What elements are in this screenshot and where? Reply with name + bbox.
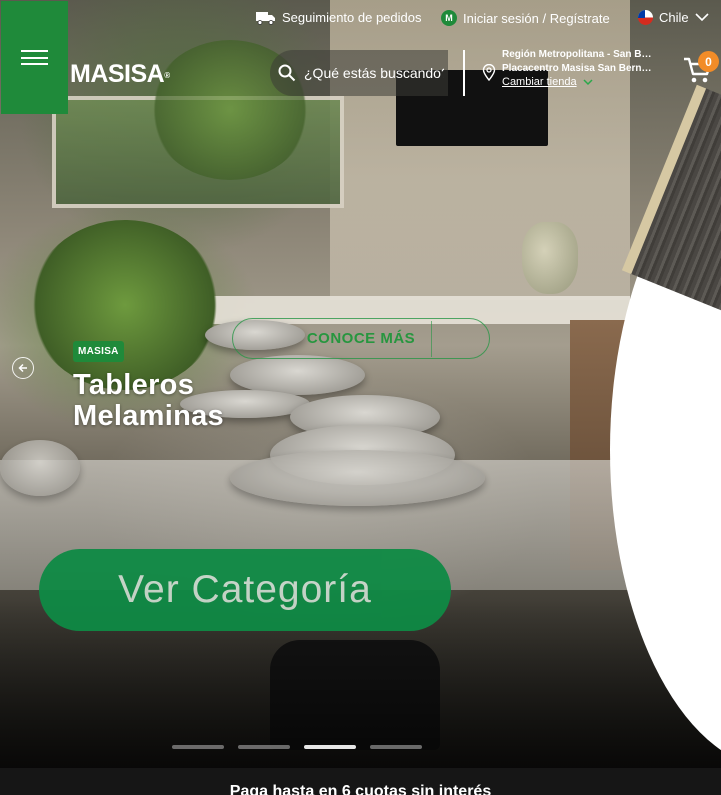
store-region: Región Metropolitana - San Bernardo [502, 49, 652, 60]
order-tracking-link[interactable]: Seguimiento de pedidos [256, 10, 422, 25]
brand-badge: MASISA [73, 341, 124, 362]
registered-mark: ® [164, 71, 170, 80]
banner-title-line2: Melaminas [73, 400, 224, 432]
plate [230, 355, 365, 395]
top-utility-bar: Seguimiento de pedidos M Iniciar sesión … [0, 0, 721, 36]
carousel-pagination [172, 745, 422, 749]
login-label: Iniciar sesión / Regístrate [463, 10, 610, 26]
country-selector[interactable]: Chile [638, 10, 709, 25]
search-icon[interactable] [278, 64, 296, 82]
carousel-dot[interactable] [370, 745, 422, 749]
ver-categoria-button[interactable]: Ver Categoría [39, 549, 451, 631]
conoce-mas-label: CONOCE MÁS [306, 330, 416, 347]
menu-button[interactable] [1, 1, 68, 114]
search-bar [270, 50, 448, 96]
glass-vase [522, 222, 578, 294]
conoce-mas-button[interactable]: CONOCE MÁS [232, 318, 490, 359]
location-pin-icon [482, 64, 496, 81]
button-divider [431, 321, 432, 357]
masisa-m-icon: M [441, 10, 457, 26]
arrow-left-icon [18, 363, 27, 373]
wall-panel [330, 0, 630, 300]
logo-text: MASISA [70, 60, 165, 88]
store-name: Placacentro Masisa San Bernardo [502, 63, 652, 74]
masisa-logo[interactable]: MASISA® [70, 60, 170, 89]
store-selector: Región Metropolitana - San Bernardo Plac… [482, 48, 662, 88]
hamburger-icon [21, 50, 48, 65]
login-link[interactable]: M Iniciar sesión / Regístrate [441, 10, 610, 26]
change-store-link[interactable]: Cambiar tienda [502, 76, 662, 88]
plate [0, 440, 80, 496]
change-store-label: Cambiar tienda [502, 76, 577, 88]
truck-icon [256, 11, 275, 25]
country-label: Chile [659, 10, 689, 25]
carousel-dot-active[interactable] [304, 745, 356, 749]
carousel-dot[interactable] [238, 745, 290, 749]
promo-strip: Paga hasta en 6 cuotas sin interés [0, 768, 721, 795]
banner-title-line1: Tableros [73, 369, 195, 401]
carousel-prev-button[interactable] [12, 357, 34, 379]
chevron-down-icon [695, 13, 709, 22]
order-tracking-label: Seguimiento de pedidos [282, 10, 422, 25]
chevron-down-icon [583, 78, 593, 85]
search-input[interactable] [304, 65, 444, 81]
plant [30, 220, 220, 390]
cart-count-badge: 0 [698, 51, 719, 72]
header-divider [463, 50, 465, 96]
plate [230, 450, 485, 506]
chile-flag-icon [638, 10, 653, 25]
banner-title: Tableros Melaminas [73, 370, 224, 432]
carousel-dot[interactable] [172, 745, 224, 749]
